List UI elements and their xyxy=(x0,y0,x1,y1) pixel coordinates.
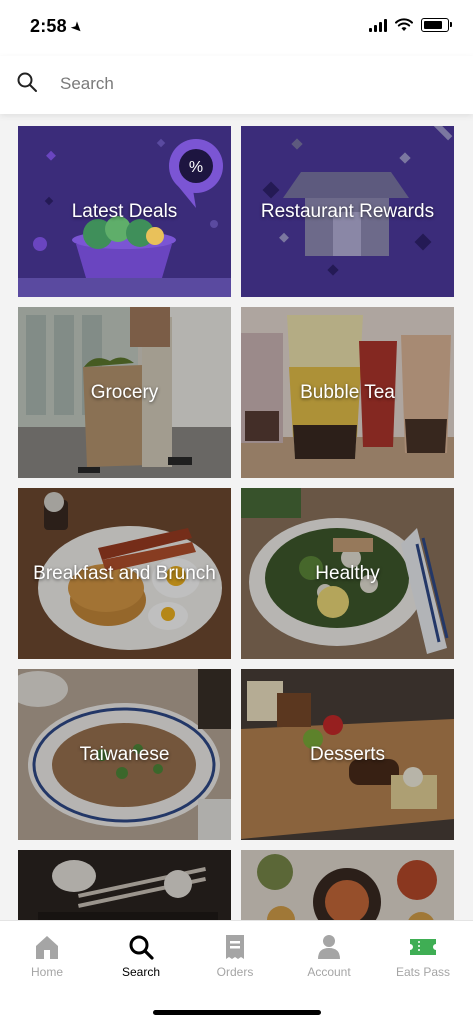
search-header xyxy=(0,56,473,114)
search-icon xyxy=(17,72,37,92)
tile-sushi[interactable] xyxy=(18,850,231,920)
status-icons xyxy=(369,18,452,32)
status-time: 2:58➤ xyxy=(30,16,87,37)
home-indicator[interactable] xyxy=(153,1010,321,1015)
nav-item-search[interactable]: Search xyxy=(101,933,181,979)
tile-label: Breakfast and Brunch xyxy=(33,563,216,584)
nav-item-eats-pass[interactable]: Eats Pass xyxy=(383,933,463,979)
nav-item-home[interactable]: Home xyxy=(7,933,87,979)
tile-label: Desserts xyxy=(310,744,385,765)
tile-shade xyxy=(18,850,231,920)
tile-taiwanese[interactable]: Taiwanese xyxy=(18,669,231,840)
status-time-text: 2:58 xyxy=(30,16,67,36)
nav-label-home: Home xyxy=(30,965,63,979)
tile-label: Bubble Tea xyxy=(300,382,395,403)
status-bar: 2:58➤ xyxy=(0,0,473,56)
tile-korean[interactable] xyxy=(241,850,454,920)
tile-label: Healthy xyxy=(315,563,380,584)
tile-breakfast-and-brunch[interactable]: Breakfast and Brunch xyxy=(18,488,231,659)
tile-shade xyxy=(241,850,454,920)
tile-grocery[interactable]: Grocery xyxy=(18,307,231,478)
category-grid: % Latest Deals Restaurant Rewards Grocer… xyxy=(0,114,473,920)
nav-label-search: Search xyxy=(121,965,161,979)
tile-label: Restaurant Rewards xyxy=(260,201,435,222)
tile-desserts[interactable]: Desserts xyxy=(241,669,454,840)
tile-label: Latest Deals xyxy=(71,201,178,222)
cellular-signal-icon xyxy=(369,18,387,32)
nav-item-orders[interactable]: Orders xyxy=(195,933,275,979)
wifi-icon xyxy=(395,18,413,31)
person-icon xyxy=(318,935,340,959)
tile-healthy[interactable]: Healthy xyxy=(241,488,454,659)
nav-label-orders: Orders xyxy=(216,965,254,979)
tile-restaurant-rewards[interactable]: Restaurant Rewards xyxy=(241,126,454,297)
home-icon xyxy=(36,936,58,959)
location-arrow-icon: ➤ xyxy=(67,17,88,38)
tile-bubble-tea[interactable]: Bubble Tea xyxy=(241,307,454,478)
nav-label-account: Account xyxy=(307,965,351,979)
svg-text:%: % xyxy=(189,159,203,176)
tile-label: Grocery xyxy=(90,382,159,403)
search-icon xyxy=(129,935,154,960)
nav-label-eats-pass: Eats Pass xyxy=(395,965,451,979)
battery-icon xyxy=(421,18,452,32)
search-input[interactable] xyxy=(58,70,442,98)
receipt-icon xyxy=(226,935,244,959)
tile-latest-deals[interactable]: % Latest Deals xyxy=(18,126,231,297)
nav-item-account[interactable]: Account xyxy=(289,933,369,979)
ticket-icon xyxy=(410,939,436,955)
tile-label: Taiwanese xyxy=(79,744,170,765)
